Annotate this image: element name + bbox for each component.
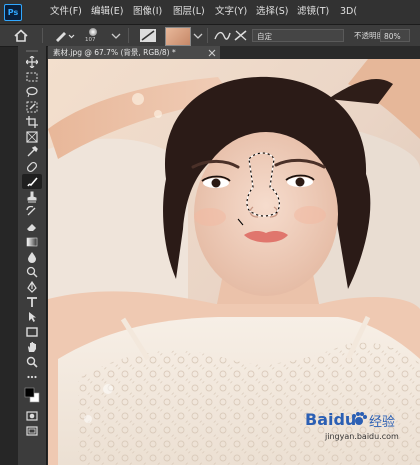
home-icon[interactable]	[10, 27, 32, 44]
watermark-url: jingyan.baidu.com	[325, 432, 399, 441]
eyedropper-icon	[27, 145, 38, 156]
marquee-tool[interactable]	[22, 69, 42, 84]
brush-size-value: 107	[85, 37, 96, 43]
screen-mode-icon	[26, 425, 38, 436]
move-tool[interactable]	[22, 54, 42, 69]
chevron-down-icon[interactable]	[110, 27, 122, 44]
eraser-tool[interactable]	[22, 219, 42, 234]
chevron-down-icon[interactable]	[192, 27, 204, 44]
brush-tip-icon	[89, 28, 97, 36]
brush-tool[interactable]	[22, 174, 42, 189]
dodge-tool[interactable]	[22, 264, 42, 279]
menu-image[interactable]: 图像(I)	[133, 0, 162, 24]
menu-3d[interactable]: 3D(	[340, 0, 357, 24]
portrait-photo	[48, 59, 420, 465]
blur-drop-icon	[28, 251, 36, 263]
healing-brush-tool[interactable]	[22, 159, 42, 174]
pattern-thumbnail[interactable]	[165, 27, 191, 46]
watermark-label: 经验	[369, 415, 396, 430]
tools-panel	[18, 46, 47, 465]
menu-type[interactable]: 文字(Y)	[215, 0, 247, 24]
history-brush-tool[interactable]	[22, 204, 42, 219]
menu-edit[interactable]: 编辑(E)	[91, 0, 123, 24]
brush-settings-icon[interactable]	[137, 27, 159, 44]
watermark: Baidu 经验 jingyan.baidu.com	[305, 410, 417, 450]
ellipsis-icon	[27, 375, 37, 378]
crop-icon	[26, 115, 38, 128]
move-icon	[26, 55, 38, 68]
photoshop-logo[interactable]: Ps	[4, 4, 22, 21]
brush-size-picker[interactable]: 107	[80, 27, 108, 44]
pressure-opacity-icon[interactable]	[212, 27, 232, 44]
separator	[42, 28, 43, 43]
dodge-icon	[26, 266, 38, 277]
menu-select[interactable]: 选择(S)	[256, 0, 288, 24]
path-select-tool[interactable]	[22, 309, 42, 324]
gradient-icon	[26, 237, 38, 246]
watermark-brand: Baidu	[305, 410, 357, 429]
color-swatches[interactable]	[22, 386, 42, 404]
brush-preset-icon[interactable]	[52, 27, 76, 44]
frame-icon	[26, 130, 38, 143]
separator	[128, 28, 129, 43]
quick-mask-icon	[26, 410, 38, 421]
marquee-icon	[26, 72, 38, 81]
options-bar: 107 自定 不透明度: 80%	[0, 25, 420, 47]
hand-tool[interactable]	[22, 339, 42, 354]
screen-mode[interactable]	[22, 423, 42, 438]
type-tool[interactable]	[22, 294, 42, 309]
close-icon[interactable]	[208, 49, 216, 57]
paw-icon	[352, 412, 367, 425]
mode-select[interactable]: 自定	[252, 29, 344, 42]
quick-select-tool[interactable]	[22, 99, 42, 114]
image-canvas[interactable]: Baidu 经验 jingyan.baidu.com	[48, 59, 420, 465]
quick-select-icon	[26, 101, 38, 112]
menu-file[interactable]: 文件(F)	[50, 0, 82, 24]
more-tools[interactable]	[22, 369, 42, 384]
eyedropper-tool[interactable]	[22, 144, 42, 159]
color-swatch-icon	[24, 387, 40, 403]
menu-bar: Ps 文件(F) 编辑(E) 图像(I) 图层(L) 文字(Y) 选择(S) 滤…	[0, 0, 420, 25]
airbrush-icon[interactable]	[232, 27, 250, 44]
arrow-cursor-icon	[29, 311, 36, 322]
gradient-tool[interactable]	[22, 234, 42, 249]
blur-tool[interactable]	[22, 249, 42, 264]
pen-tool[interactable]	[22, 279, 42, 294]
document-tab[interactable]: 素材.jpg @ 67.7% (背景, RGB/8) *	[48, 46, 220, 59]
healing-brush-icon	[26, 161, 38, 172]
lasso-tool[interactable]	[22, 84, 42, 99]
type-icon	[27, 296, 37, 307]
zoom-tool[interactable]	[22, 354, 42, 369]
clone-stamp-tool[interactable]	[22, 189, 42, 204]
crop-tool[interactable]	[22, 114, 42, 129]
separator	[207, 28, 208, 43]
pen-icon	[27, 280, 37, 293]
zoom-icon	[26, 356, 38, 368]
menu-filter[interactable]: 滤镜(T)	[297, 0, 329, 24]
quick-mask[interactable]	[22, 408, 42, 423]
hand-icon	[28, 341, 36, 352]
document-tab-title: 素材.jpg @ 67.7% (背景, RGB/8) *	[53, 48, 176, 57]
history-brush-icon	[26, 205, 36, 215]
rectangle-icon	[26, 326, 38, 337]
stamp-icon	[27, 191, 37, 202]
opacity-input[interactable]: 80%	[380, 29, 410, 42]
eraser-icon	[27, 223, 36, 231]
document-tab-bar: 素材.jpg @ 67.7% (背景, RGB/8) *	[48, 46, 420, 59]
brush-icon	[27, 176, 38, 186]
menu-layer[interactable]: 图层(L)	[173, 0, 205, 24]
lasso-icon	[26, 86, 38, 97]
rectangle-tool[interactable]	[22, 324, 42, 339]
frame-tool[interactable]	[22, 129, 42, 144]
